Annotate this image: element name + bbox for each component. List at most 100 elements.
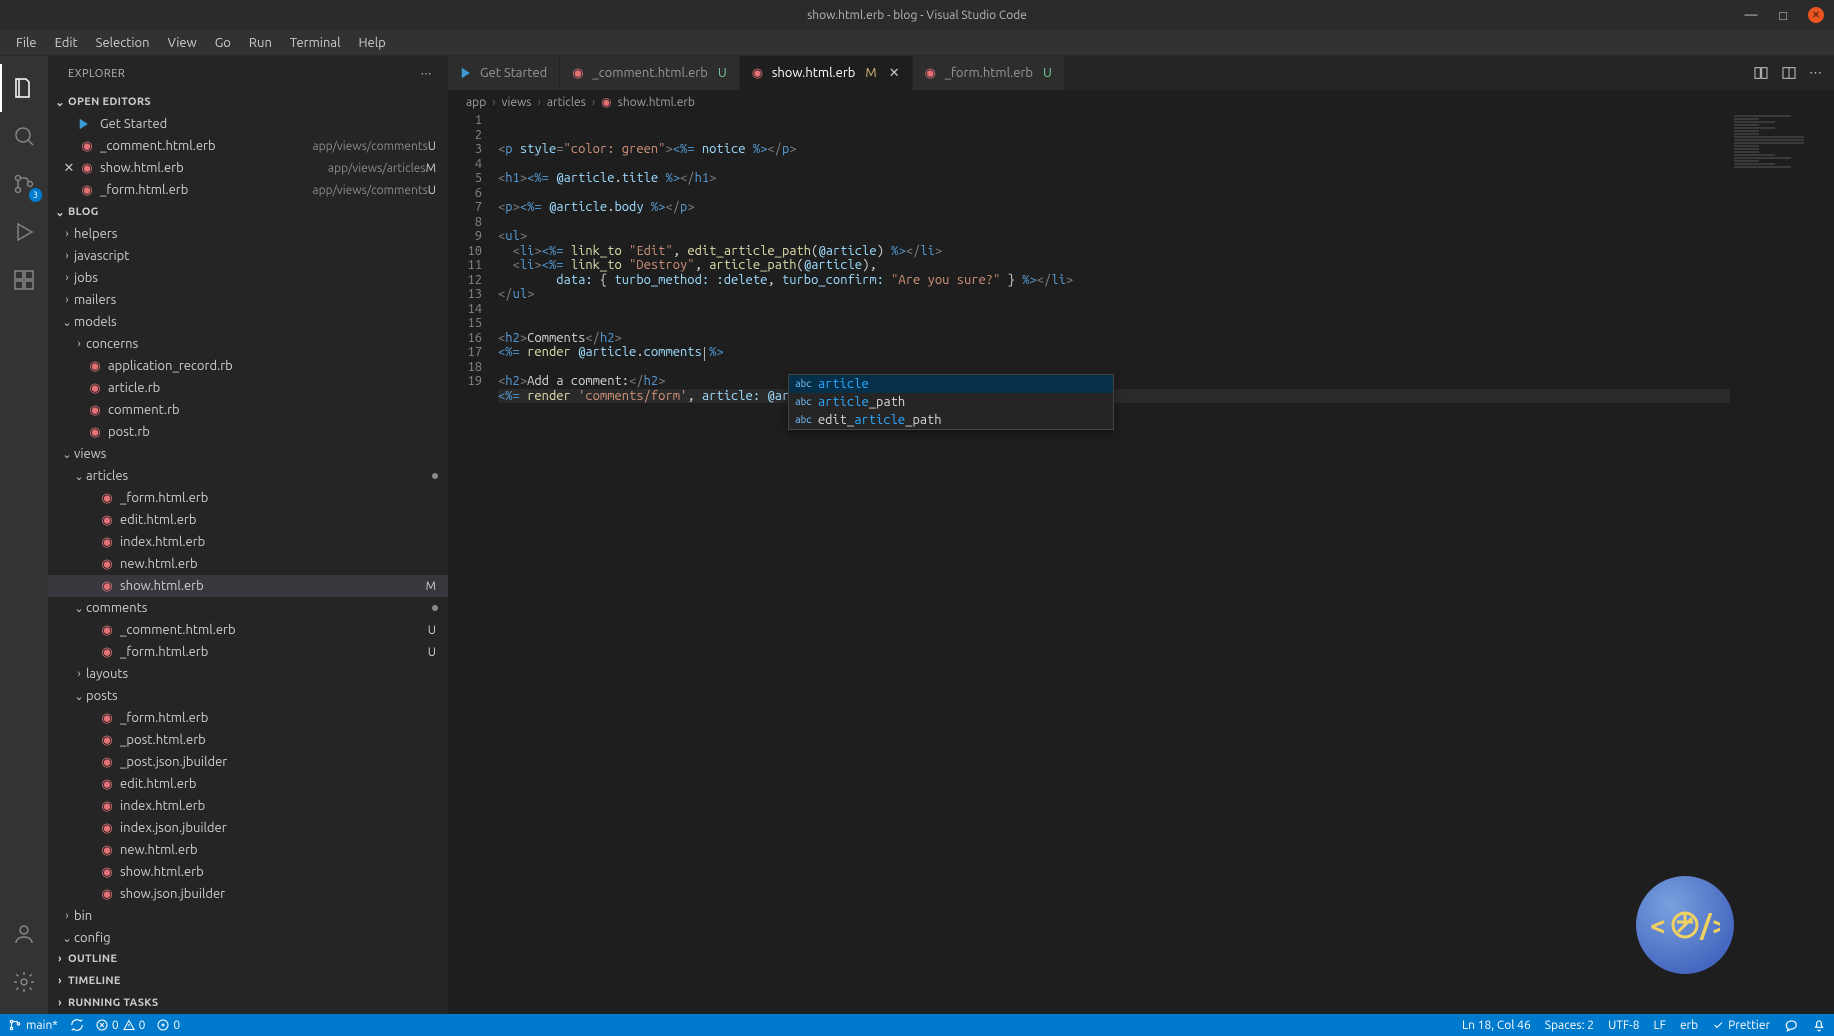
file-item[interactable]: ◉post.rb [48, 421, 448, 443]
file-item[interactable]: ◉index.html.erb [48, 531, 448, 553]
project-header[interactable]: ⌄ BLOG [48, 201, 448, 223]
folder-item[interactable]: ⌄config [48, 927, 448, 948]
menu-terminal[interactable]: Terminal [282, 33, 349, 53]
breadcrumb-segment[interactable]: show.html.erb [618, 96, 695, 109]
code-line[interactable] [498, 360, 1834, 375]
more-icon[interactable]: ⋯ [1809, 66, 1822, 81]
status-problems[interactable]: 0 0 [96, 1019, 146, 1032]
folder-item[interactable]: ›bin [48, 905, 448, 927]
code-line[interactable]: data: { turbo_method: :delete, turbo_con… [498, 273, 1834, 288]
suggest-widget[interactable]: abcarticleabcarticle_pathabcedit_article… [788, 374, 1114, 430]
file-item[interactable]: ◉edit.html.erb [48, 509, 448, 531]
code-line[interactable]: <%= render @article.comments %> [498, 345, 1834, 360]
menu-run[interactable]: Run [241, 33, 280, 53]
file-item[interactable]: ◉_form.html.erbU [48, 641, 448, 663]
file-item[interactable]: ◉application_record.rb [48, 355, 448, 377]
source-control-icon[interactable]: 3 [0, 160, 48, 208]
split-editor-icon[interactable] [1781, 65, 1797, 81]
folder-item[interactable]: ›javascript [48, 245, 448, 267]
file-item[interactable]: ◉article.rb [48, 377, 448, 399]
code-line[interactable]: <ul> [498, 229, 1834, 244]
file-item[interactable]: ◉new.html.erb [48, 553, 448, 575]
folder-item[interactable]: ›concerns [48, 333, 448, 355]
status-prettier[interactable]: Prettier [1712, 1019, 1770, 1032]
accounts-icon[interactable] [0, 910, 48, 958]
code-line[interactable]: <p><%= @article.body %></p> [498, 200, 1834, 215]
menu-view[interactable]: View [160, 33, 205, 53]
menu-go[interactable]: Go [207, 33, 239, 53]
running-tasks-header[interactable]: ›RUNNING TASKS [48, 992, 448, 1014]
code-line[interactable]: <h2>Comments</h2> [498, 331, 1834, 346]
menu-help[interactable]: Help [350, 33, 393, 53]
file-item[interactable]: ◉comment.rb [48, 399, 448, 421]
open-editor-item[interactable]: ✕◉show.html.erbapp/views/articlesM [48, 157, 448, 179]
code-line[interactable] [498, 316, 1834, 331]
timeline-header[interactable]: ›TIMELINE [48, 970, 448, 992]
suggest-item[interactable]: abcarticle [789, 375, 1113, 393]
open-editors-header[interactable]: ⌄ OPEN EDITORS [48, 91, 448, 113]
code-line[interactable] [498, 186, 1834, 201]
folder-item[interactable]: ⌄posts [48, 685, 448, 707]
breadcrumb[interactable]: app›views›articles›◉ show.html.erb [448, 91, 1834, 113]
file-item[interactable]: ◉show.html.erb [48, 861, 448, 883]
code-line[interactable]: </ul> [498, 287, 1834, 302]
status-feedback-icon[interactable] [1784, 1018, 1798, 1032]
status-spaces[interactable]: Spaces: 2 [1545, 1019, 1594, 1032]
open-editor-item[interactable]: ◉_form.html.erbapp/views/commentsU [48, 179, 448, 201]
folder-item[interactable]: ⌄comments [48, 597, 448, 619]
code-line[interactable]: <li><%= link_to "Destroy", article_path(… [498, 258, 1834, 273]
editor-tab[interactable]: ◉show.html.erbM✕ [740, 56, 913, 90]
folder-item[interactable]: ›layouts [48, 663, 448, 685]
menu-edit[interactable]: Edit [47, 33, 86, 53]
editor-tab[interactable]: ◉_comment.html.erbU [560, 56, 739, 90]
file-item[interactable]: ◉_post.json.jbuilder [48, 751, 448, 773]
close-button[interactable]: ✕ [1808, 7, 1824, 23]
editor-tab[interactable]: Get Started [448, 56, 560, 90]
code-line[interactable]: <h2>Add a comment:</h2> [498, 374, 1834, 389]
settings-gear-icon[interactable] [0, 958, 48, 1006]
code-line[interactable] [498, 302, 1834, 317]
file-item[interactable]: ◉_comment.html.erbU [48, 619, 448, 641]
maximize-button[interactable]: □ [1776, 8, 1790, 22]
status-ports[interactable]: 0 [157, 1019, 180, 1032]
file-item[interactable]: ◉_form.html.erb [48, 707, 448, 729]
file-item[interactable]: ◉_post.html.erb [48, 729, 448, 751]
code-line[interactable] [498, 403, 1834, 418]
file-item[interactable]: ◉index.json.jbuilder [48, 817, 448, 839]
open-editor-item[interactable]: ◉_comment.html.erbapp/views/commentsU [48, 135, 448, 157]
status-language[interactable]: erb [1680, 1019, 1698, 1032]
search-icon[interactable] [0, 112, 48, 160]
code-line[interactable] [498, 157, 1834, 172]
suggest-item[interactable]: abcedit_article_path [789, 411, 1113, 429]
file-item[interactable]: ◉index.html.erb [48, 795, 448, 817]
folder-item[interactable]: ⌄views [48, 443, 448, 465]
folder-item[interactable]: ⌄models [48, 311, 448, 333]
diff-icon[interactable] [1753, 65, 1769, 81]
file-item[interactable]: ◉show.html.erbM [48, 575, 448, 597]
menu-file[interactable]: File [8, 33, 45, 53]
breadcrumb-segment[interactable]: app [466, 96, 486, 109]
code-line[interactable]: <p style="color: green"><%= notice %></p… [498, 142, 1834, 157]
code-line[interactable]: <li><%= link_to "Edit", edit_article_pat… [498, 244, 1834, 259]
code-line[interactable]: <%= render 'comments/form', article: @ar… [498, 389, 1834, 404]
run-debug-icon[interactable] [0, 208, 48, 256]
file-item[interactable]: ◉edit.html.erb [48, 773, 448, 795]
status-sync[interactable] [70, 1018, 84, 1032]
minimize-button[interactable]: — [1744, 8, 1758, 22]
code-line[interactable] [498, 215, 1834, 230]
suggest-item[interactable]: abcarticle_path [789, 393, 1113, 411]
outline-header[interactable]: ›OUTLINE [48, 948, 448, 970]
minimap[interactable] [1730, 113, 1820, 1014]
sidebar-more-icon[interactable]: ⋯ [421, 67, 433, 80]
breadcrumb-segment[interactable]: articles [547, 96, 586, 109]
open-editor-item[interactable]: Get Started [48, 113, 448, 135]
status-branch[interactable]: main* [8, 1018, 58, 1032]
file-item[interactable]: ◉show.json.jbuilder [48, 883, 448, 905]
close-icon[interactable]: ✕ [889, 66, 900, 81]
status-bell-icon[interactable] [1812, 1018, 1826, 1032]
breadcrumb-segment[interactable]: views [502, 96, 532, 109]
vertical-scrollbar[interactable] [1820, 113, 1834, 1014]
status-encoding[interactable]: UTF-8 [1608, 1019, 1639, 1032]
explorer-icon[interactable] [0, 64, 48, 112]
folder-item[interactable]: ⌄articles [48, 465, 448, 487]
